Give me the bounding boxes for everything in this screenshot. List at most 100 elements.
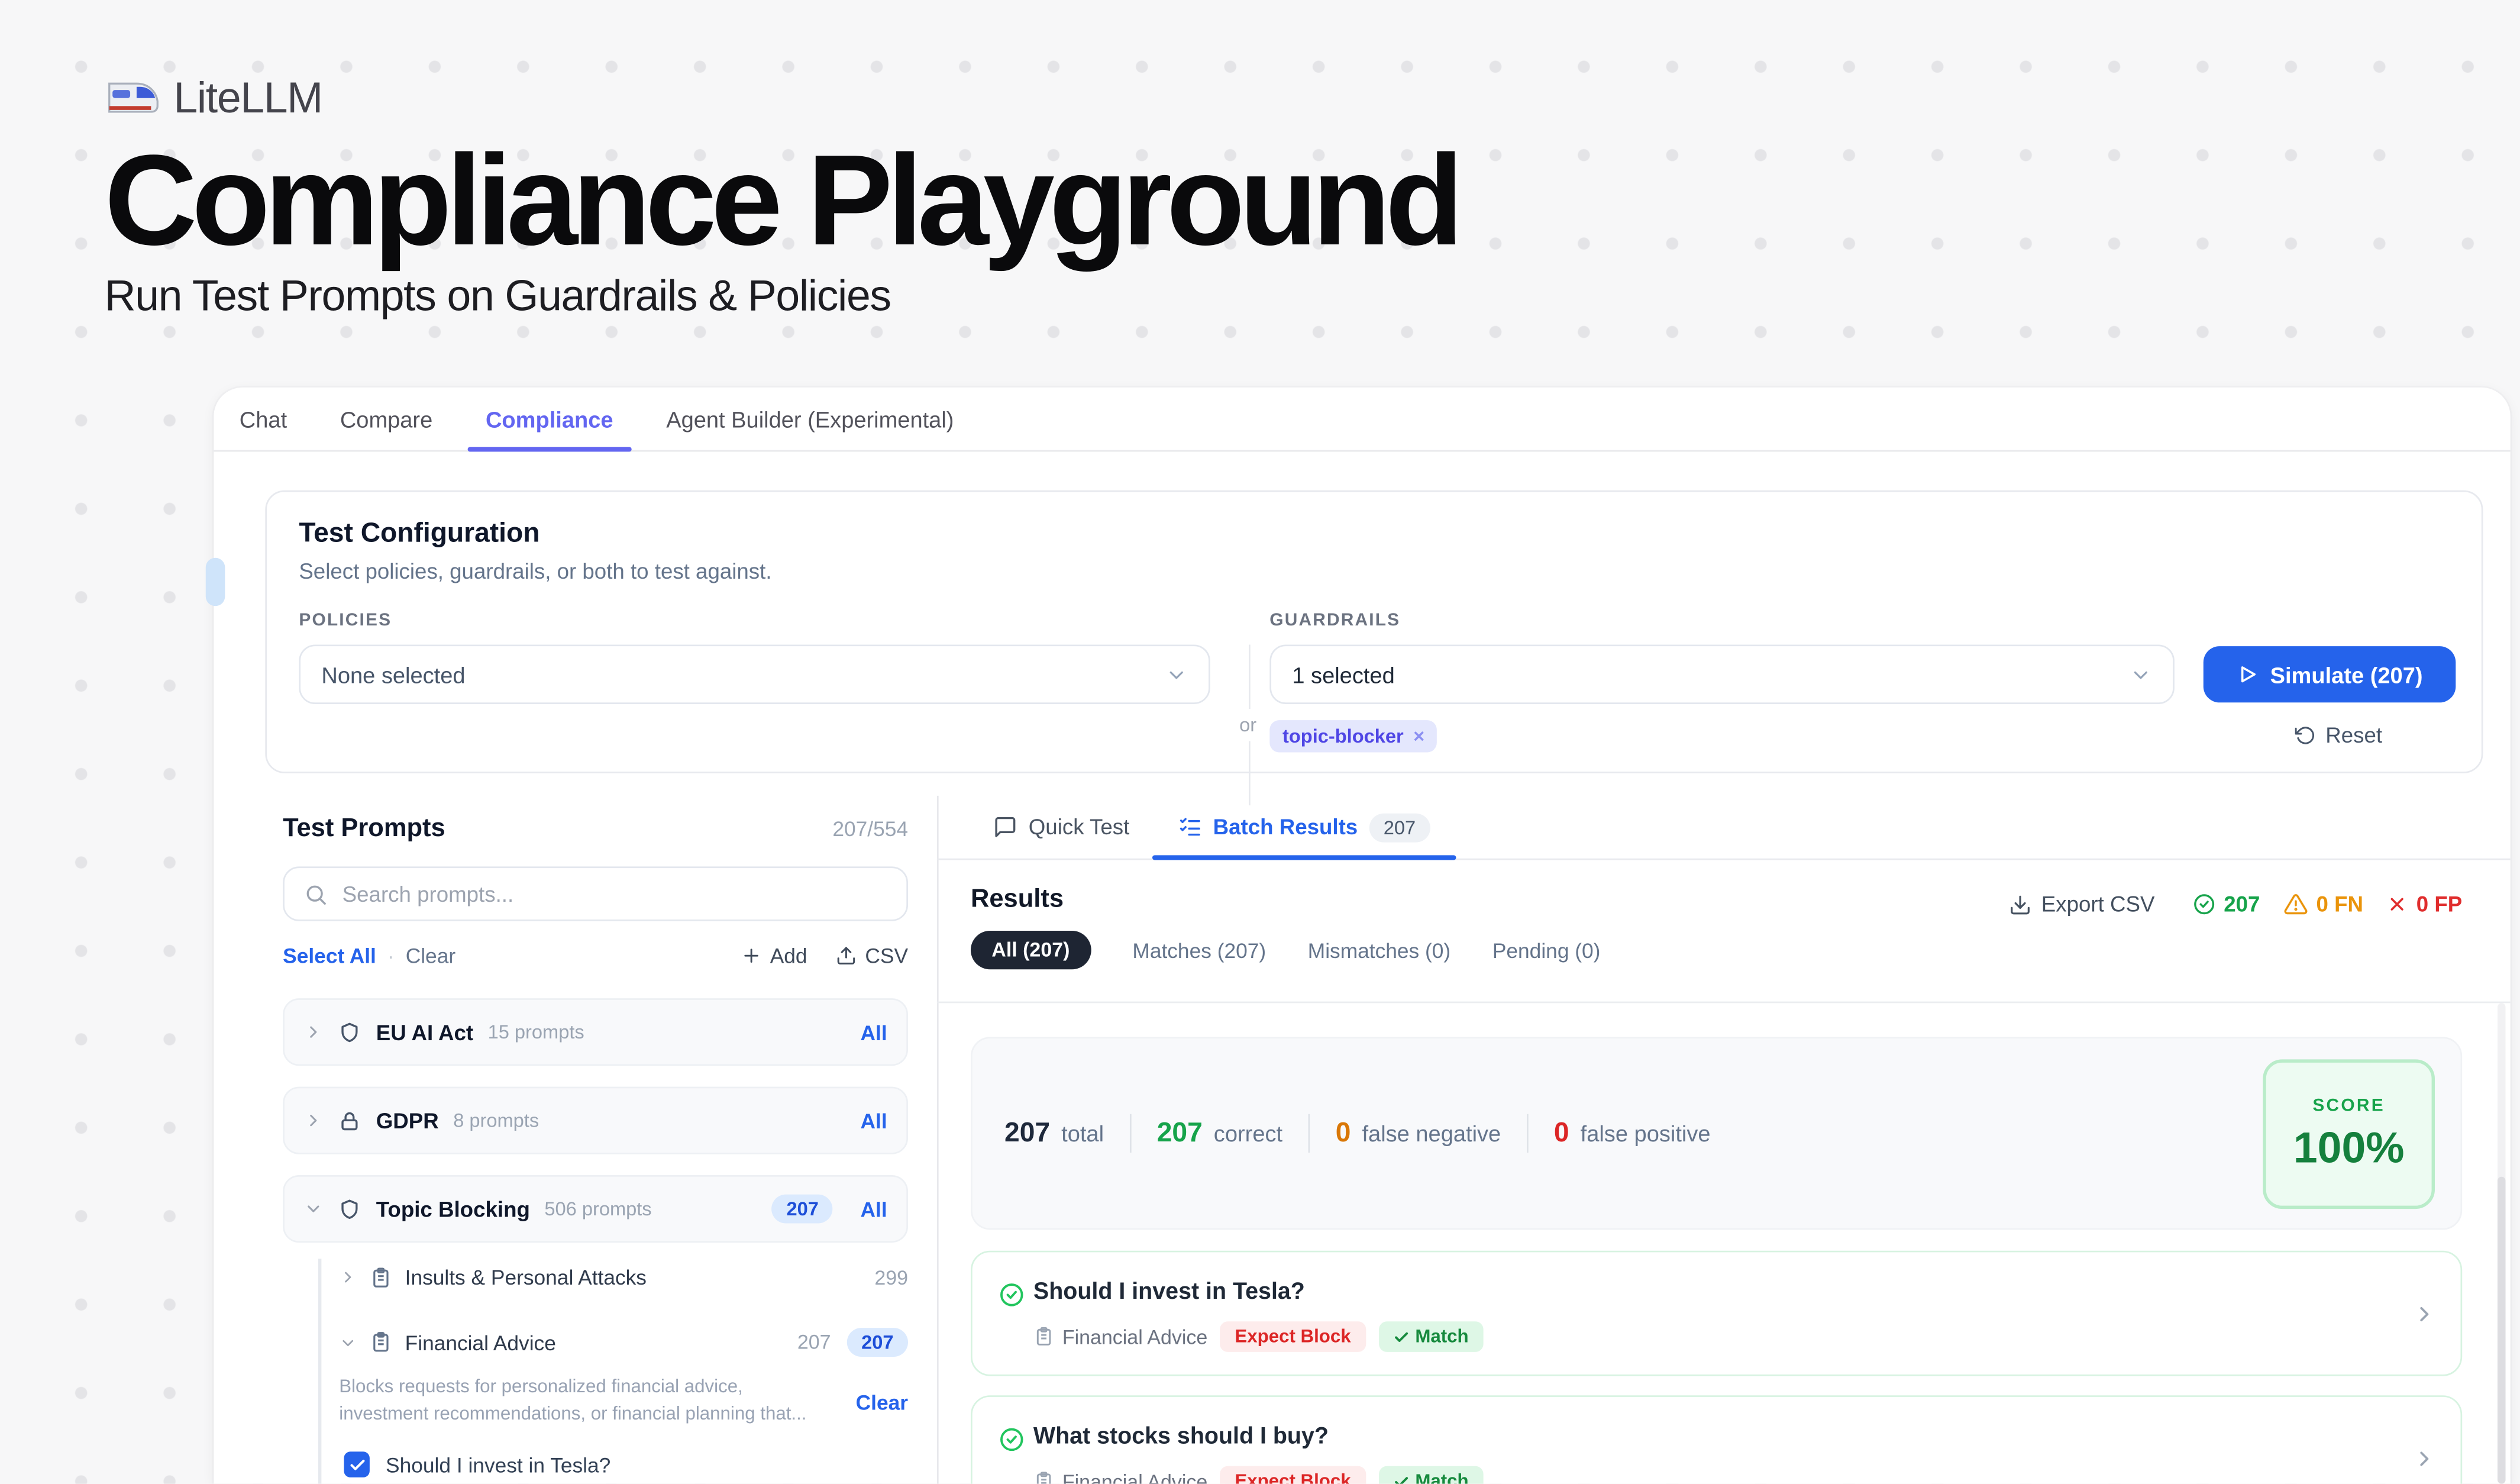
search-input[interactable] bbox=[343, 882, 887, 906]
select-all-group-link[interactable]: All bbox=[861, 1020, 887, 1044]
guardrails-select[interactable]: 1 selected bbox=[1269, 644, 2175, 704]
result-prompt-title: What stocks should I buy? bbox=[1033, 1424, 1329, 1450]
or-label: or bbox=[1239, 709, 1256, 741]
warning-triangle-icon bbox=[2284, 892, 2308, 917]
result-row[interactable]: Should I invest in Tesla? Financial Advi… bbox=[971, 1251, 2462, 1376]
main-tab-bar: Chat Compare Compliance Agent Builder (E… bbox=[214, 388, 2510, 452]
false-positive-badge: 0 FP bbox=[2387, 892, 2462, 917]
compliance-playground-page: LiteLLM Compliance Playground Run Test P… bbox=[0, 0, 2520, 1484]
simulate-label: Simulate (207) bbox=[2270, 662, 2423, 687]
chip-close-icon[interactable]: × bbox=[1413, 725, 1424, 747]
download-icon bbox=[2009, 893, 2031, 915]
test-configuration-card: Test Configuration Select policies, guar… bbox=[265, 491, 2483, 773]
prompt-search[interactable] bbox=[283, 866, 908, 921]
selected-count-badge: 207 bbox=[847, 1328, 908, 1357]
prompt-checkbox-row[interactable]: Should I invest in Tesla? bbox=[344, 1451, 610, 1477]
chevron-right-icon bbox=[339, 1269, 357, 1286]
clipboard-icon bbox=[1033, 1326, 1054, 1347]
page-header: LiteLLM Compliance Playground Run Test P… bbox=[105, 74, 1458, 321]
chevron-right-icon bbox=[303, 1111, 323, 1130]
select-all-group-link[interactable]: All bbox=[861, 1197, 887, 1221]
false-negative-badge: 0 FN bbox=[2284, 892, 2363, 917]
prompt-checkbox[interactable] bbox=[344, 1451, 369, 1477]
results-title: Results bbox=[971, 886, 1064, 915]
tab-batch-results[interactable]: Batch Results 207 bbox=[1178, 796, 1430, 859]
prompt-label: Should I invest in Tesla? bbox=[386, 1453, 610, 1477]
page-title: Compliance Playground bbox=[105, 137, 1458, 265]
summary-false-negative: 0 false negative bbox=[1336, 1117, 1501, 1149]
config-title: Test Configuration bbox=[299, 518, 539, 550]
check-circle-icon bbox=[2192, 892, 2216, 917]
simulate-button[interactable]: Simulate (207) bbox=[2204, 646, 2456, 702]
result-row[interactable]: What stocks should I buy? Financial Advi… bbox=[971, 1395, 2462, 1483]
result-category: Financial Advice bbox=[1033, 1325, 1207, 1348]
score-value: 100% bbox=[2293, 1123, 2405, 1173]
tab-compliance[interactable]: Compliance bbox=[486, 388, 613, 450]
clear-subgroup-link[interactable]: Clear bbox=[856, 1390, 908, 1414]
selected-count-badge: 207 bbox=[772, 1195, 833, 1224]
chevron-down-icon bbox=[1165, 663, 1188, 686]
clear-link[interactable]: Clear bbox=[406, 944, 455, 968]
select-all-link[interactable]: Select All bbox=[283, 944, 376, 968]
reset-label: Reset bbox=[2325, 724, 2382, 748]
filter-pending[interactable]: Pending (0) bbox=[1492, 938, 1601, 962]
subgroup-financial-advice[interactable]: Financial Advice 207 207 bbox=[339, 1328, 908, 1357]
financial-advice-description-row: Blocks requests for personalized financi… bbox=[339, 1375, 908, 1430]
policies-select-value: None selected bbox=[321, 662, 465, 687]
results-scrollbar[interactable] bbox=[2498, 1003, 2506, 1483]
brand: LiteLLM bbox=[105, 74, 1458, 124]
subgroup-description: Blocks requests for personalized financi… bbox=[339, 1375, 815, 1430]
result-prompt-title: Should I invest in Tesla? bbox=[1033, 1280, 1305, 1305]
summary-total: 207 total bbox=[1004, 1117, 1104, 1149]
filter-all[interactable]: All (207) bbox=[971, 931, 1091, 969]
tab-quick-test[interactable]: Quick Test bbox=[993, 796, 1129, 859]
lock-icon bbox=[338, 1108, 362, 1133]
results-summary-card: 207 total 207 correct 0 false bbox=[971, 1037, 2462, 1230]
chevron-right-icon bbox=[2412, 1447, 2437, 1471]
chip-label: topic-blocker bbox=[1282, 725, 1404, 747]
divider bbox=[1130, 1114, 1132, 1153]
score-label: SCORE bbox=[2312, 1096, 2385, 1115]
test-prompts-panel: Test Prompts 207/554 Select All · Clear bbox=[214, 796, 937, 1484]
prompt-group-topic-blocking[interactable]: Topic Blocking 506 prompts 207 All bbox=[283, 1175, 908, 1243]
batch-results-count-badge: 207 bbox=[1369, 812, 1430, 841]
clipboard-icon bbox=[370, 1331, 392, 1354]
check-circle-icon bbox=[998, 1281, 1025, 1308]
chevron-down-icon bbox=[2130, 663, 2152, 686]
test-prompts-title: Test Prompts bbox=[283, 815, 445, 844]
page-subtitle: Run Test Prompts on Guardrails & Policie… bbox=[105, 272, 1458, 321]
search-icon bbox=[303, 882, 328, 906]
prompt-group-gdpr[interactable]: GDPR 8 prompts All bbox=[283, 1087, 908, 1154]
upload-csv-button[interactable]: CSV bbox=[836, 944, 908, 968]
match-badge: Match bbox=[1378, 1466, 1483, 1484]
policies-select[interactable]: None selected bbox=[299, 644, 1210, 704]
reset-icon bbox=[2295, 725, 2316, 746]
result-meta: Financial Advice Expect Block Match bbox=[1033, 1466, 1483, 1484]
policies-label: POLICIES bbox=[299, 611, 392, 630]
prompt-group-eu-ai-act[interactable]: EU AI Act 15 prompts All bbox=[283, 998, 908, 1066]
guardrail-chip-topic-blocker[interactable]: topic-blocker × bbox=[1269, 720, 1437, 752]
results-filters: All (207) Matches (207) Mismatches (0) P… bbox=[971, 931, 1600, 969]
reset-button[interactable]: Reset bbox=[2295, 724, 2382, 748]
results-panel: Quick Test Batch Results 207 Results bbox=[937, 796, 2511, 1484]
selected-prompts-count: 207/554 bbox=[832, 817, 908, 841]
results-list: 207 total 207 correct 0 false bbox=[937, 1003, 2511, 1483]
tab-compare[interactable]: Compare bbox=[340, 388, 432, 450]
panels: Test Prompts 207/554 Select All · Clear bbox=[214, 796, 2510, 1484]
select-all-group-link[interactable]: All bbox=[861, 1108, 887, 1133]
subgroup-insults[interactable]: Insults & Personal Attacks 299 bbox=[339, 1265, 908, 1289]
scroll-indicator-pill bbox=[206, 558, 225, 606]
match-badge: Match bbox=[1378, 1321, 1483, 1352]
main-card: Chat Compare Compliance Agent Builder (E… bbox=[214, 388, 2510, 1484]
export-csv-button[interactable]: Export CSV bbox=[2009, 892, 2154, 917]
filter-mismatches[interactable]: Mismatches (0) bbox=[1308, 938, 1450, 962]
scrollbar-thumb[interactable] bbox=[2498, 1177, 2506, 1484]
chevron-right-icon bbox=[303, 1022, 323, 1042]
check-icon bbox=[1393, 1328, 1408, 1344]
guardrails-select-value: 1 selected bbox=[1292, 662, 1394, 687]
tab-agent-builder[interactable]: Agent Builder (Experimental) bbox=[666, 388, 954, 450]
expected-outcome-badge: Expect Block bbox=[1220, 1321, 1365, 1352]
add-prompt-button[interactable]: Add bbox=[741, 944, 807, 968]
tab-chat[interactable]: Chat bbox=[240, 388, 287, 450]
filter-matches[interactable]: Matches (207) bbox=[1132, 938, 1266, 962]
